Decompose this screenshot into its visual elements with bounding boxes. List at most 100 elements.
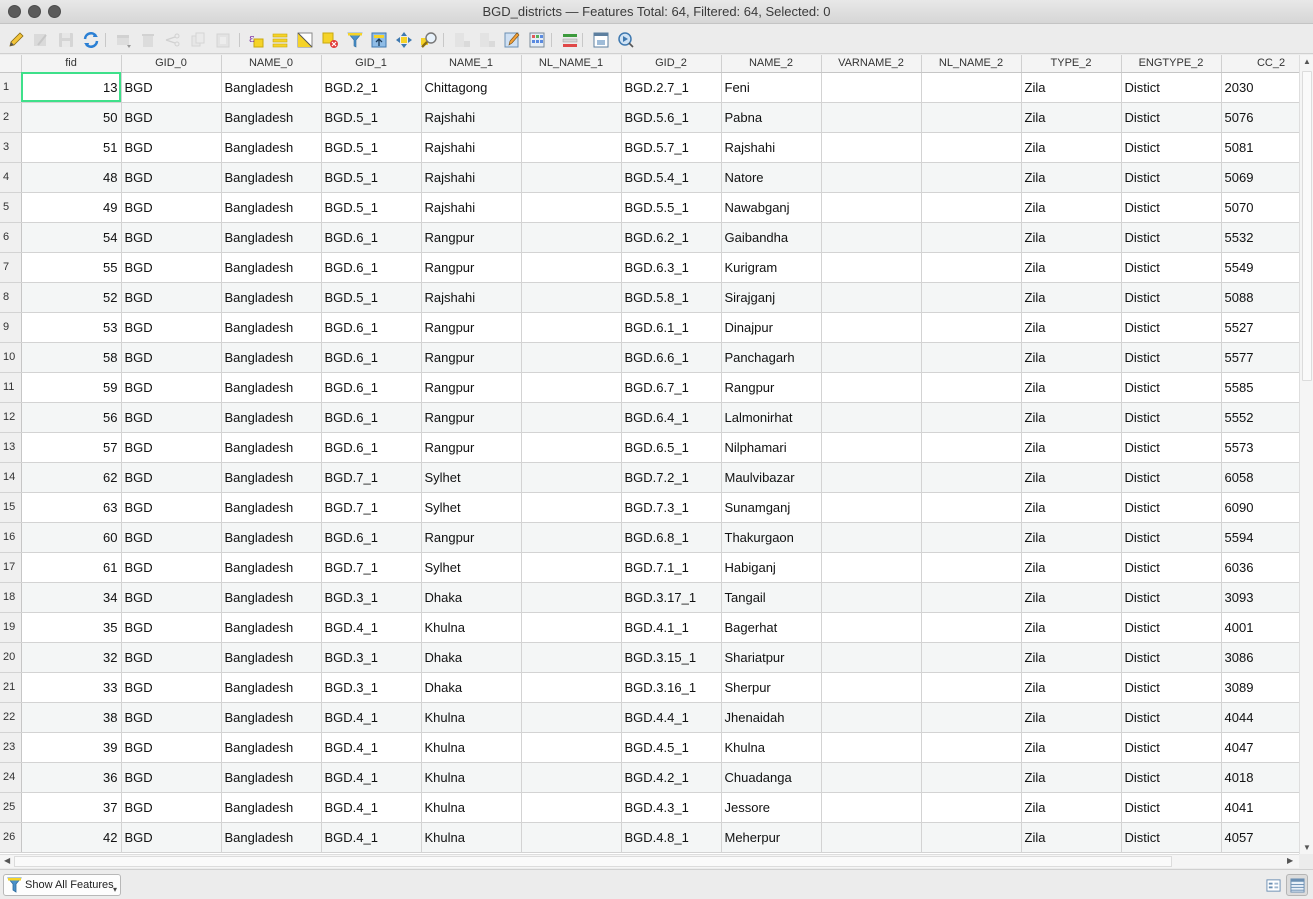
cell-name-0[interactable]: Bangladesh bbox=[221, 162, 322, 193]
cell-gid-0[interactable]: BGD bbox=[121, 222, 222, 253]
cell-name-2[interactable]: Rangpur bbox=[721, 372, 822, 403]
cell-name-1[interactable]: Chittagong bbox=[421, 72, 522, 103]
cell-gid-0[interactable]: BGD bbox=[121, 582, 222, 613]
cell-name-1[interactable]: Sylhet bbox=[421, 462, 522, 493]
cell-type-2[interactable]: Zila bbox=[1021, 102, 1122, 133]
cell-cc-2[interactable]: 4001 bbox=[1221, 612, 1299, 643]
column-header-cc-2[interactable]: CC_2 bbox=[1221, 55, 1299, 73]
table-row[interactable]: 7 55 BGD Bangladesh BGD.6_1 Rangpur BGD.6.3_1 K… bbox=[0, 252, 1299, 283]
cell-name-0[interactable]: Bangladesh bbox=[221, 432, 322, 463]
table-row[interactable]: 15 63 BGD Bangladesh BGD.7_1 Sylhet BGD.7.3_1 S… bbox=[0, 492, 1299, 523]
cell-nl-name-2[interactable] bbox=[921, 252, 1022, 283]
cell-engtype-2[interactable]: Distict bbox=[1121, 762, 1222, 793]
cell-name-0[interactable]: Bangladesh bbox=[221, 642, 322, 673]
row-number[interactable]: 13 bbox=[0, 432, 22, 463]
cell-cc-2[interactable]: 6036 bbox=[1221, 552, 1299, 583]
cell-nl-name-1[interactable] bbox=[521, 612, 622, 643]
cell-name-0[interactable]: Bangladesh bbox=[221, 582, 322, 613]
cell-engtype-2[interactable]: Distict bbox=[1121, 222, 1222, 253]
table-row[interactable]: 3 51 BGD Bangladesh BGD.5_1 Rajshahi BGD.5.7_1… bbox=[0, 132, 1299, 163]
table-row[interactable]: 4 48 BGD Bangladesh BGD.5_1 Rajshahi BGD.5.4_1… bbox=[0, 162, 1299, 193]
cell-varname-2[interactable] bbox=[821, 732, 922, 763]
cell-nl-name-2[interactable] bbox=[921, 372, 1022, 403]
table-row[interactable]: 13 57 BGD Bangladesh BGD.6_1 Rangpur BGD.6.5_1… bbox=[0, 432, 1299, 463]
cell-gid-1[interactable]: BGD.4_1 bbox=[321, 612, 422, 643]
cell-cc-2[interactable]: 3086 bbox=[1221, 642, 1299, 673]
move-selection-to-top-button[interactable] bbox=[368, 29, 390, 51]
cell-varname-2[interactable] bbox=[821, 612, 922, 643]
cell-cc-2[interactable]: 5585 bbox=[1221, 372, 1299, 403]
column-header-gid-2[interactable]: GID_2 bbox=[621, 55, 722, 73]
cell-cc-2[interactable]: 4041 bbox=[1221, 792, 1299, 823]
table-row[interactable]: 11 59 BGD Bangladesh BGD.6_1 Rangpur BGD.6.7_1… bbox=[0, 372, 1299, 403]
cell-name-1[interactable]: Khulna bbox=[421, 762, 522, 793]
cell-name-1[interactable]: Rangpur bbox=[421, 222, 522, 253]
cell-gid-1[interactable]: BGD.5_1 bbox=[321, 192, 422, 223]
cell-engtype-2[interactable]: Distict bbox=[1121, 582, 1222, 613]
cell-gid-0[interactable]: BGD bbox=[121, 372, 222, 403]
cell-cc-2[interactable]: 5532 bbox=[1221, 222, 1299, 253]
table-row[interactable]: 25 37 BGD Bangladesh BGD.4_1 Khulna BGD.4.3_1 J… bbox=[0, 792, 1299, 823]
column-header-nl-name-2[interactable]: NL_NAME_2 bbox=[921, 55, 1022, 73]
cell-nl-name-2[interactable] bbox=[921, 522, 1022, 553]
cell-gid-0[interactable]: BGD bbox=[121, 192, 222, 223]
cell-nl-name-1[interactable] bbox=[521, 492, 622, 523]
table-row[interactable]: 5 49 BGD Bangladesh BGD.5_1 Rajshahi BGD.5.5_1… bbox=[0, 192, 1299, 223]
cell-type-2[interactable]: Zila bbox=[1021, 492, 1122, 523]
toggle-multi-edit-button[interactable] bbox=[30, 29, 52, 51]
cell-gid-0[interactable]: BGD bbox=[121, 612, 222, 643]
cell-varname-2[interactable] bbox=[821, 222, 922, 253]
cell-name-1[interactable]: Dhaka bbox=[421, 672, 522, 703]
cell-varname-2[interactable] bbox=[821, 342, 922, 373]
cell-gid-1[interactable]: BGD.5_1 bbox=[321, 282, 422, 313]
filter-select-button[interactable] bbox=[344, 29, 366, 51]
cell-name-0[interactable]: Bangladesh bbox=[221, 192, 322, 223]
cell-cc-2[interactable]: 5594 bbox=[1221, 522, 1299, 553]
cell-name-2[interactable]: Sunamganj bbox=[721, 492, 822, 523]
cell-name-0[interactable]: Bangladesh bbox=[221, 672, 322, 703]
cell-name-2[interactable]: Gaibandha bbox=[721, 222, 822, 253]
row-number[interactable]: 22 bbox=[0, 702, 22, 733]
cell-name-1[interactable]: Khulna bbox=[421, 732, 522, 763]
cell-gid-2[interactable]: BGD.5.6_1 bbox=[621, 102, 722, 133]
cell-engtype-2[interactable]: Distict bbox=[1121, 162, 1222, 193]
cell-cc-2[interactable]: 5088 bbox=[1221, 282, 1299, 313]
cell-gid-2[interactable]: BGD.6.2_1 bbox=[621, 222, 722, 253]
cell-gid-1[interactable]: BGD.5_1 bbox=[321, 102, 422, 133]
row-number[interactable]: 10 bbox=[0, 342, 22, 373]
row-number[interactable]: 26 bbox=[0, 822, 22, 853]
cell-varname-2[interactable] bbox=[821, 792, 922, 823]
cell-fid[interactable]: 32 bbox=[21, 642, 122, 673]
cell-gid-2[interactable]: BGD.4.3_1 bbox=[621, 792, 722, 823]
cell-gid-2[interactable]: BGD.4.5_1 bbox=[621, 732, 722, 763]
cell-name-1[interactable]: Dhaka bbox=[421, 642, 522, 673]
cell-gid-2[interactable]: BGD.6.7_1 bbox=[621, 372, 722, 403]
table-row[interactable]: 21 33 BGD Bangladesh BGD.3_1 Dhaka BGD.3.16_1 S… bbox=[0, 672, 1299, 703]
cell-type-2[interactable]: Zila bbox=[1021, 642, 1122, 673]
cell-nl-name-1[interactable] bbox=[521, 642, 622, 673]
cell-varname-2[interactable] bbox=[821, 822, 922, 853]
column-header-name-2[interactable]: NAME_2 bbox=[721, 55, 822, 73]
cell-fid[interactable]: 63 bbox=[21, 492, 122, 523]
cell-varname-2[interactable] bbox=[821, 312, 922, 343]
cell-fid[interactable]: 60 bbox=[21, 522, 122, 553]
cell-gid-1[interactable]: BGD.3_1 bbox=[321, 672, 422, 703]
cell-nl-name-1[interactable] bbox=[521, 192, 622, 223]
cell-gid-1[interactable]: BGD.4_1 bbox=[321, 702, 422, 733]
row-number[interactable]: 17 bbox=[0, 552, 22, 583]
cell-gid-0[interactable]: BGD bbox=[121, 522, 222, 553]
cell-name-2[interactable]: Natore bbox=[721, 162, 822, 193]
cell-fid[interactable]: 61 bbox=[21, 552, 122, 583]
cell-nl-name-1[interactable] bbox=[521, 732, 622, 763]
cell-cc-2[interactable]: 5549 bbox=[1221, 252, 1299, 283]
cell-name-2[interactable]: Chuadanga bbox=[721, 762, 822, 793]
cell-gid-2[interactable]: BGD.6.3_1 bbox=[621, 252, 722, 283]
cell-name-0[interactable]: Bangladesh bbox=[221, 252, 322, 283]
cell-fid[interactable]: 49 bbox=[21, 192, 122, 223]
cell-gid-1[interactable]: BGD.3_1 bbox=[321, 642, 422, 673]
column-header-engtype-2[interactable]: ENGTYPE_2 bbox=[1121, 55, 1222, 73]
cell-name-1[interactable]: Rangpur bbox=[421, 402, 522, 433]
cell-varname-2[interactable] bbox=[821, 252, 922, 283]
cell-fid[interactable]: 62 bbox=[21, 462, 122, 493]
form-view-button[interactable] bbox=[1262, 874, 1284, 896]
